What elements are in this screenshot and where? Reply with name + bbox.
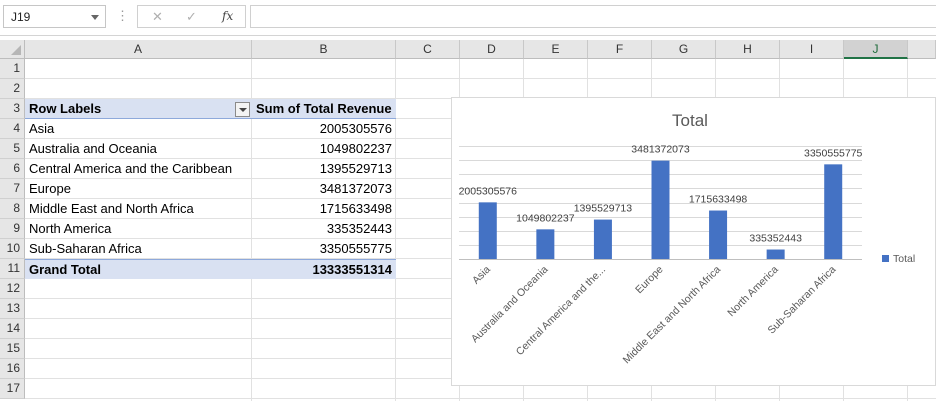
row-header-10[interactable]: 10 [0,239,25,259]
column-header-b[interactable]: B [252,40,396,59]
row-header-13[interactable]: 13 [0,299,25,319]
chevron-down-icon[interactable] [91,15,99,20]
pivot-row-label[interactable]: Middle East and North Africa [25,199,252,219]
row-header-16[interactable]: 16 [0,359,25,379]
row-header-7[interactable]: 7 [0,179,25,199]
name-box-value: J19 [11,10,31,24]
formula-bar: J19 ⋮ ✕ ✓ fx [0,0,936,36]
row-header-3[interactable]: 3 [0,99,25,119]
pivot-row-label[interactable]: North America [25,219,252,239]
chart-data-label: 1715633498 [689,194,748,206]
chart-title: Total [672,111,708,130]
more-options-icon: ⋮ [116,8,129,23]
row-header-12[interactable]: 12 [0,279,25,299]
chart-data-label: 3350555775 [804,147,863,159]
row-header-4[interactable]: 4 [0,119,25,139]
row-header-1[interactable]: 1 [0,59,25,79]
formula-buttons: ✕ ✓ fx [137,5,246,28]
pivot-row-value[interactable]: 1049802237 [252,139,396,159]
pivot-row-value[interactable]: 3350555775 [252,239,396,259]
chart-bar [766,249,785,259]
pivot-row-label[interactable]: Central America and the Caribbean [25,159,252,179]
column-header-g[interactable]: G [652,40,716,59]
column-header-e[interactable]: E [524,40,588,59]
chart-bar [478,202,497,259]
row-header-8[interactable]: 8 [0,199,25,219]
chart-canvas: Total2005305576Asia1049802237Australia a… [459,111,916,367]
pivot-row-value[interactable]: 3481372073 [252,179,396,199]
pivot-grand-total-value[interactable]: 13333551314 [252,259,396,279]
row-header-17[interactable]: 17 [0,379,25,399]
enter-icon[interactable]: ✓ [186,9,197,25]
pivot-row-value[interactable]: 1395529713 [252,159,396,179]
chart-category-label: North America [725,264,781,320]
chart-bar [536,229,555,259]
chart-data-label: 3481372073 [631,144,690,156]
name-box[interactable]: J19 [3,5,106,28]
legend-label: Total [893,253,915,265]
pivot-row-value[interactable]: 2005305576 [252,119,396,139]
chart-category-label: Middle East and North Africa [621,264,724,367]
chart-data-label: 1049802237 [516,212,575,224]
row-header-14[interactable]: 14 [0,319,25,339]
cancel-icon[interactable]: ✕ [152,9,163,25]
chart-bar [709,210,728,259]
filter-dropdown-button[interactable] [235,102,250,117]
column-header-j[interactable]: J [844,40,908,59]
chart-bar [593,219,612,259]
row-header-5[interactable]: 5 [0,139,25,159]
chart-bar [824,164,843,259]
row-header-9[interactable]: 9 [0,219,25,239]
pivot-row-label[interactable]: Europe [25,179,252,199]
pivot-chart[interactable]: Total 2005305576 Asia 1049802237 Australia a… [451,97,936,386]
column-header-c[interactable]: C [396,40,460,59]
legend-swatch [882,255,889,262]
chart-category-label: Asia [470,264,493,287]
column-header-d[interactable]: D [460,40,524,59]
chart-data-label: 335352443 [749,233,802,245]
pivot-row-label[interactable]: Sub-Saharan Africa [25,239,252,259]
chart-data-label: 1395529713 [574,203,633,215]
column-header-f[interactable]: F [588,40,652,59]
column-header-k[interactable] [908,40,936,59]
pivot-row-labels-header[interactable]: Row Labels [25,99,252,119]
pivot-row-value[interactable]: 335352443 [252,219,396,239]
formula-input[interactable] [250,5,936,28]
chart-data-label: 2005305576 [459,185,518,197]
row-header-11[interactable]: 11 [0,259,25,279]
pivot-value-header[interactable]: Sum of Total Revenue [252,99,396,119]
column-header-i[interactable]: I [780,40,844,59]
pivot-grand-total-label[interactable]: Grand Total [25,259,252,279]
chart-category-label: Europe [633,264,666,297]
insert-function-icon[interactable]: fx [222,9,233,23]
column-header-a[interactable]: A [25,40,252,59]
row-header-15[interactable]: 15 [0,339,25,359]
pivot-row-label[interactable]: Asia [25,119,252,139]
chart-bar [651,160,670,259]
row-header-6[interactable]: 6 [0,159,25,179]
pivot-row-label[interactable]: Australia and Oceania [25,139,252,159]
row-header-2[interactable]: 2 [0,79,25,99]
select-all-button[interactable] [0,40,25,59]
chevron-down-icon [239,108,247,112]
pivot-row-value[interactable]: 1715633498 [252,199,396,219]
column-header-h[interactable]: H [716,40,780,59]
